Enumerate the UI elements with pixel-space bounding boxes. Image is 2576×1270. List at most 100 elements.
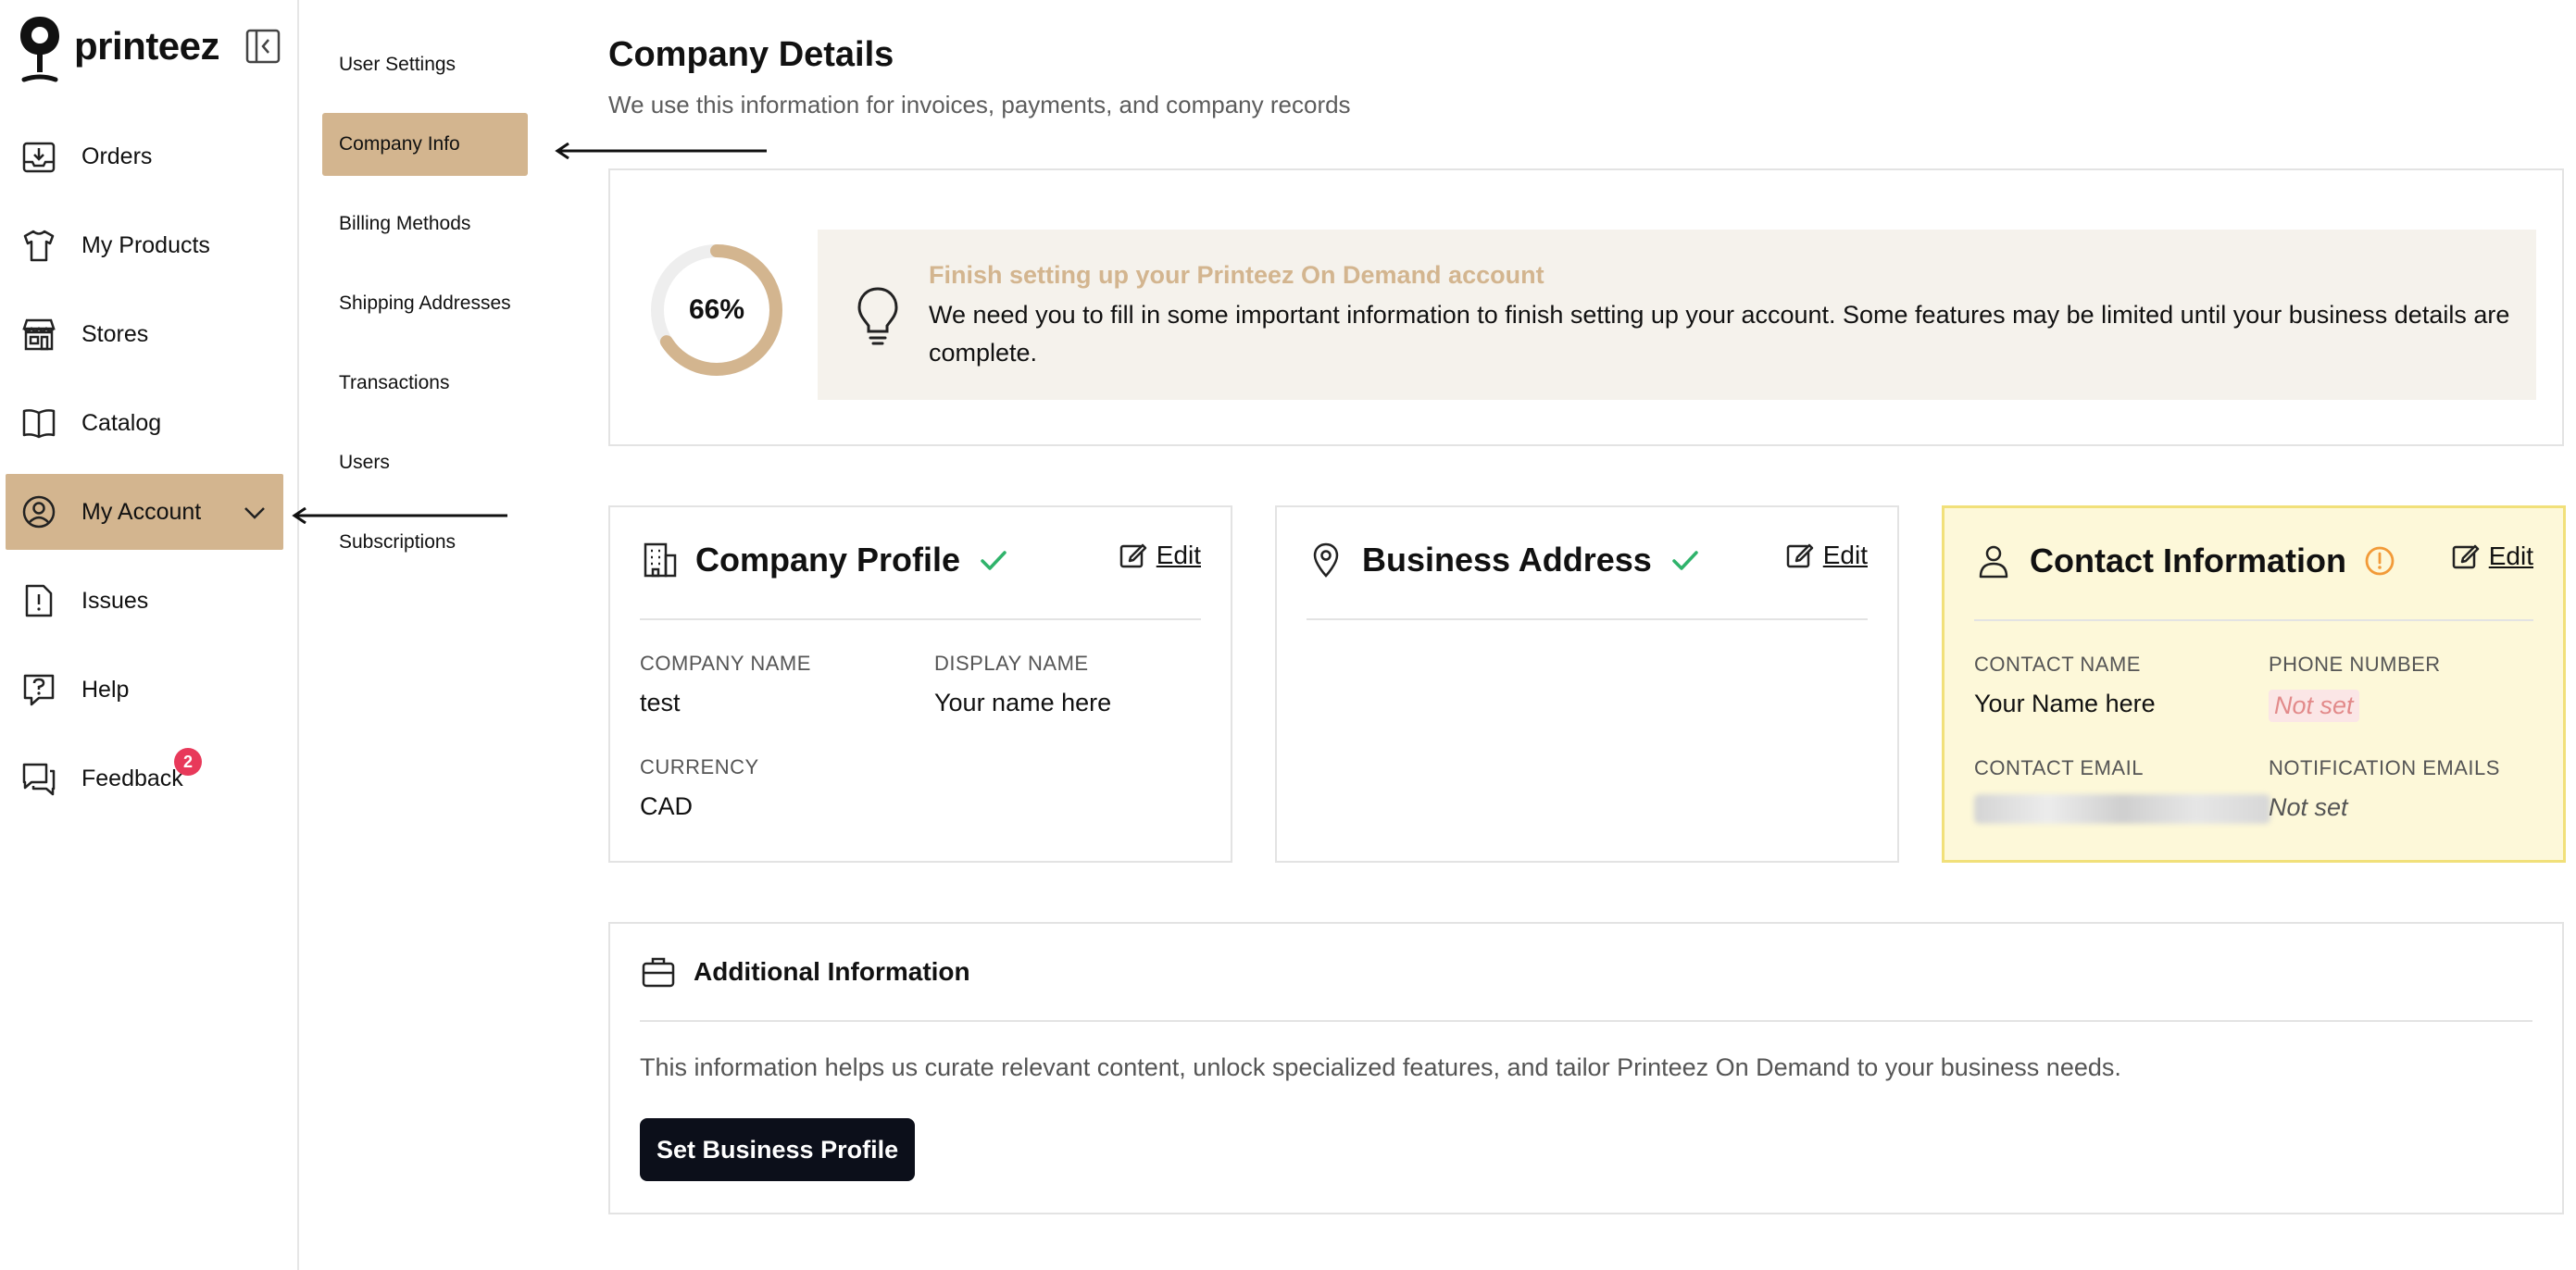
chat-icon: [22, 763, 56, 796]
notice-title: Finish setting up your Printeez On Deman…: [929, 261, 1544, 289]
phone-number-field: PHONE NUMBER Not set: [2269, 653, 2441, 722]
main-nav: Orders My Products Stores Catalog My Acc…: [6, 118, 283, 829]
contact-email-field: CONTACT EMAIL: [1974, 756, 2270, 824]
building-icon: [644, 542, 677, 578]
check-icon: [1672, 551, 1698, 570]
book-icon: [22, 409, 56, 439]
main-sidebar: printeez Orders My Products Stores Catal…: [0, 0, 299, 1270]
subnav-shipping-addresses[interactable]: Shipping Addresses: [322, 272, 528, 335]
chevron-down-icon[interactable]: [241, 499, 269, 527]
field-label: CURRENCY: [640, 755, 759, 778]
not-set-value: Not set: [2269, 690, 2359, 722]
field-value: CAD: [640, 792, 694, 820]
edit-label: Edit: [2488, 542, 2533, 570]
help-bubble-icon: [23, 674, 55, 706]
nav-label: Stores: [81, 320, 149, 347]
check-icon: [981, 551, 1007, 570]
field-label: CONTACT NAME: [1974, 653, 2141, 676]
card-title: Business Address: [1362, 541, 1652, 579]
nav-item-stores[interactable]: Stores: [6, 296, 283, 372]
printeez-logo-icon: [20, 17, 59, 82]
setup-notice: Finish setting up your Printeez On Deman…: [818, 230, 2536, 400]
nav-label: My Account: [81, 498, 202, 525]
nav-item-orders[interactable]: Orders: [6, 118, 283, 194]
nav-item-my-account[interactable]: My Account: [6, 474, 283, 550]
nav-item-catalog[interactable]: Catalog: [6, 385, 283, 461]
field-label: NOTIFICATION EMAILS: [2269, 756, 2500, 779]
nav-label: Orders: [81, 143, 153, 169]
contact-information-card: Contact Information Edit CONTACT NAME Yo…: [1942, 505, 2566, 863]
collapse-sidebar-icon[interactable]: [244, 28, 281, 65]
set-business-profile-button[interactable]: Set Business Profile: [640, 1118, 916, 1181]
lightbulb-icon: [857, 287, 898, 345]
company-profile-card: Company Profile Edit COMPANY NAME test D…: [608, 505, 1232, 863]
additional-information-card: Additional Information This information …: [608, 922, 2564, 1214]
divider: [1307, 618, 1868, 620]
user-circle-icon: [22, 495, 56, 529]
briefcase-icon: [642, 957, 675, 988]
redacted-email: [1974, 793, 2270, 824]
contact-name-field: CONTACT NAME Your Name here: [1974, 653, 2156, 718]
page-title: Company Details: [608, 35, 894, 74]
divider: [640, 618, 1201, 620]
nav-label: Issues: [81, 587, 149, 614]
additional-description: This information helps us curate relevan…: [640, 1053, 2121, 1081]
subnav-user-settings[interactable]: User Settings: [322, 33, 528, 96]
brand-name: printeez: [74, 24, 220, 68]
currency-field: CURRENCY CAD: [640, 755, 759, 821]
nav-label: My Products: [81, 231, 210, 258]
card-title: Company Profile: [695, 541, 961, 579]
edit-label: Edit: [1156, 541, 1201, 569]
notice-text: We need you to fill in some important in…: [929, 301, 2510, 367]
field-value: Your Name here: [1974, 690, 2156, 717]
setup-progress-card: 66% Finish setting up your Printeez On D…: [608, 168, 2564, 446]
field-value: Your name here: [934, 689, 1112, 716]
feedback-count-badge: 2: [174, 748, 202, 776]
nav-label: Feedback: [81, 765, 183, 791]
nav-label: Catalog: [81, 409, 162, 436]
subnav-users[interactable]: Users: [322, 431, 528, 494]
edit-icon: [1786, 543, 1813, 568]
store-icon: [22, 318, 56, 351]
nav-label: Help: [81, 676, 130, 703]
subnav-billing-methods[interactable]: Billing Methods: [322, 193, 528, 255]
page-subtitle: We use this information for invoices, pa…: [608, 91, 1351, 118]
notification-emails-field: NOTIFICATION EMAILS Not set: [2269, 756, 2500, 822]
field-label: DISPLAY NAME: [934, 652, 1089, 675]
field-label: CONTACT EMAIL: [1974, 756, 2144, 779]
edit-contact-information-button[interactable]: Edit: [2450, 542, 2533, 571]
edit-icon: [1119, 543, 1146, 568]
brand-logo[interactable]: printeez: [19, 15, 220, 87]
user-icon: [1979, 545, 2008, 579]
divider: [1974, 619, 2533, 621]
field-label: COMPANY NAME: [640, 652, 811, 675]
nav-item-my-products[interactable]: My Products: [6, 207, 283, 283]
edit-company-profile-button[interactable]: Edit: [1118, 541, 1201, 570]
card-title: Contact Information: [2030, 542, 2346, 579]
edit-business-address-button[interactable]: Edit: [1784, 541, 1868, 570]
subnav-company-info[interactable]: Company Info: [322, 113, 528, 176]
display-name-field: DISPLAY NAME Your name here: [934, 652, 1111, 717]
edit-label: Edit: [1822, 541, 1868, 569]
nav-item-help[interactable]: Help: [6, 652, 283, 728]
card-title: Additional Information: [694, 957, 970, 986]
field-label: PHONE NUMBER: [2269, 653, 2441, 676]
business-address-card: Business Address Edit: [1275, 505, 1899, 863]
divider: [640, 1020, 2532, 1022]
arrow-left-icon: [555, 143, 767, 159]
nav-item-feedback[interactable]: Feedback 2: [6, 741, 283, 816]
subnav-subscriptions[interactable]: Subscriptions: [322, 511, 528, 574]
not-set-value: Not set: [2269, 793, 2348, 821]
map-pin-icon: [1313, 542, 1339, 578]
field-value: test: [640, 689, 681, 716]
edit-icon: [2452, 544, 2479, 569]
progress-percent: 66%: [688, 294, 745, 325]
account-subnav: User Settings Company Info Billing Metho…: [322, 33, 528, 591]
nav-item-issues[interactable]: Issues: [6, 563, 283, 639]
tshirt-icon: [23, 230, 55, 262]
warning-circle-icon: [2365, 546, 2395, 576]
inbox-download-icon: [22, 142, 56, 173]
file-alert-icon: [25, 584, 53, 617]
subnav-transactions[interactable]: Transactions: [322, 352, 528, 415]
company-name-field: COMPANY NAME test: [640, 652, 811, 717]
